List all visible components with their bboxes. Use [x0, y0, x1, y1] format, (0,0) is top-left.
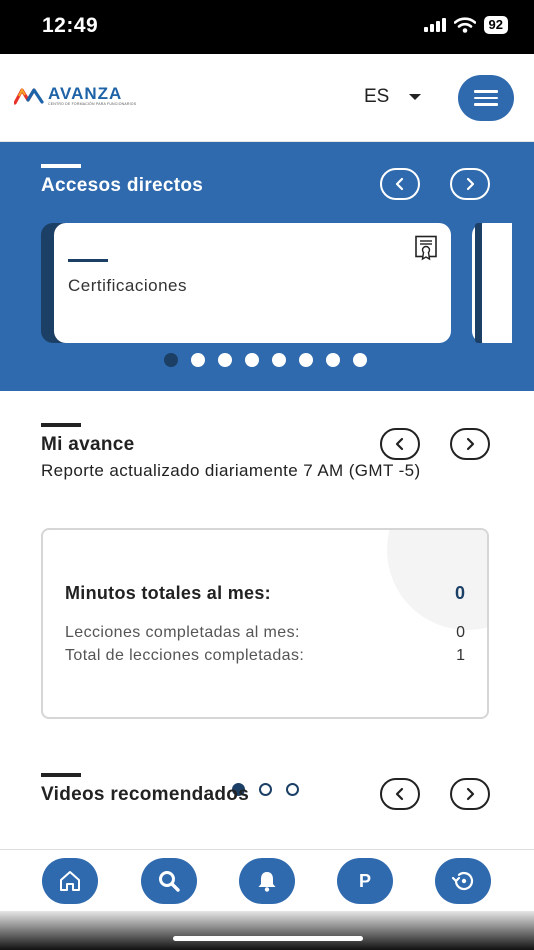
nav-history-button[interactable]	[435, 858, 491, 904]
language-selector[interactable]: ES	[364, 86, 422, 108]
monthly-minutes-label: Minutos totales al mes:	[65, 583, 271, 603]
videos-next-button[interactable]	[450, 778, 490, 810]
status-icons: 92	[423, 16, 508, 34]
chevron-left-icon	[395, 437, 404, 451]
history-icon	[451, 871, 474, 891]
shortcuts-page-dot[interactable]	[245, 353, 259, 367]
shortcuts-next-button[interactable]	[450, 168, 490, 200]
signal-icon	[423, 18, 446, 32]
nav-home-button[interactable]	[42, 858, 98, 904]
app-screen: AVANZA CENTRO DE FORMACIÓN PARA FUNCIONA…	[0, 54, 534, 950]
caret-down-icon	[409, 94, 422, 100]
shortcuts-page-dot[interactable]	[326, 353, 340, 367]
monthly-minutes-value: 0	[454, 583, 465, 603]
chevron-left-icon	[395, 177, 404, 191]
stats-card: Minutos totales al mes: 0 Lecciones comp…	[41, 528, 489, 719]
shortcuts-page-dot[interactable]	[164, 353, 178, 367]
progress-next-button[interactable]	[450, 428, 490, 460]
bottom-navigation: P	[0, 849, 534, 911]
total-lessons-value: 1	[456, 647, 465, 664]
wifi-icon	[453, 17, 476, 33]
shortcuts-page-dot[interactable]	[299, 353, 313, 367]
shortcuts-pagination	[164, 353, 367, 367]
progress-title: Mi avance	[41, 434, 135, 455]
menu-icon	[474, 90, 498, 93]
nav-profile-button[interactable]: P	[337, 858, 393, 904]
profile-initial: P	[358, 870, 371, 891]
logo-mark-icon	[14, 87, 44, 105]
progress-prev-button[interactable]	[380, 428, 420, 460]
nav-notifications-button[interactable]	[239, 858, 295, 904]
section-accent-bar	[41, 773, 81, 777]
card-accent-bar	[68, 259, 108, 262]
shortcut-card-label: Certificaciones	[68, 276, 187, 295]
app-header: AVANZA CENTRO DE FORMACIÓN PARA FUNCIONA…	[0, 54, 534, 142]
shortcuts-section: Accesos directos Certificaciones	[0, 142, 534, 391]
chevron-right-icon	[466, 177, 475, 191]
shortcuts-page-dot[interactable]	[191, 353, 205, 367]
monthly-lessons-value: 0	[456, 624, 465, 641]
logo-subtext: CENTRO DE FORMACIÓN PARA FUNCIONARIOS	[48, 102, 137, 106]
avanza-logo[interactable]: AVANZA CENTRO DE FORMACIÓN PARA FUNCIONA…	[14, 84, 137, 106]
shortcuts-page-dot[interactable]	[353, 353, 367, 367]
card-decoration	[387, 530, 487, 630]
progress-section: Mi avance Reporte actualizado diariament…	[0, 391, 534, 811]
progress-page-dot[interactable]	[259, 783, 272, 796]
total-lessons-label: Total de lecciones completadas:	[65, 647, 305, 664]
chevron-left-icon	[395, 787, 404, 801]
chevron-right-icon	[466, 437, 475, 451]
videos-title: Videos recomendados	[41, 784, 250, 805]
shortcut-card-certificaciones[interactable]: Certificaciones	[54, 223, 451, 343]
search-icon	[159, 871, 180, 892]
nav-search-button[interactable]	[141, 858, 197, 904]
bell-icon	[258, 872, 276, 892]
shortcuts-title: Accesos directos	[41, 175, 204, 196]
videos-prev-button[interactable]	[380, 778, 420, 810]
home-indicator[interactable]	[173, 936, 363, 941]
progress-update-note: Reporte actualizado diariamente 7 AM (GM…	[41, 461, 421, 480]
language-label: ES	[364, 86, 390, 107]
logo-text: AVANZA	[48, 84, 123, 103]
shortcuts-page-dot[interactable]	[272, 353, 286, 367]
shortcuts-page-dot[interactable]	[218, 353, 232, 367]
next-card-edge	[472, 223, 512, 343]
progress-page-dot[interactable]	[286, 783, 299, 796]
certificate-icon	[415, 235, 437, 261]
home-indicator-area	[0, 911, 534, 950]
status-time: 12:49	[42, 14, 99, 37]
status-bar: 12:49 92	[0, 0, 534, 54]
section-accent-bar	[41, 164, 81, 168]
home-icon	[60, 871, 80, 891]
shortcuts-prev-button[interactable]	[380, 168, 420, 200]
monthly-lessons-label: Lecciones completadas al mes:	[65, 624, 300, 641]
section-accent-bar	[41, 423, 81, 427]
menu-button[interactable]	[458, 75, 514, 121]
battery-indicator: 92	[483, 16, 508, 34]
chevron-right-icon	[466, 787, 475, 801]
